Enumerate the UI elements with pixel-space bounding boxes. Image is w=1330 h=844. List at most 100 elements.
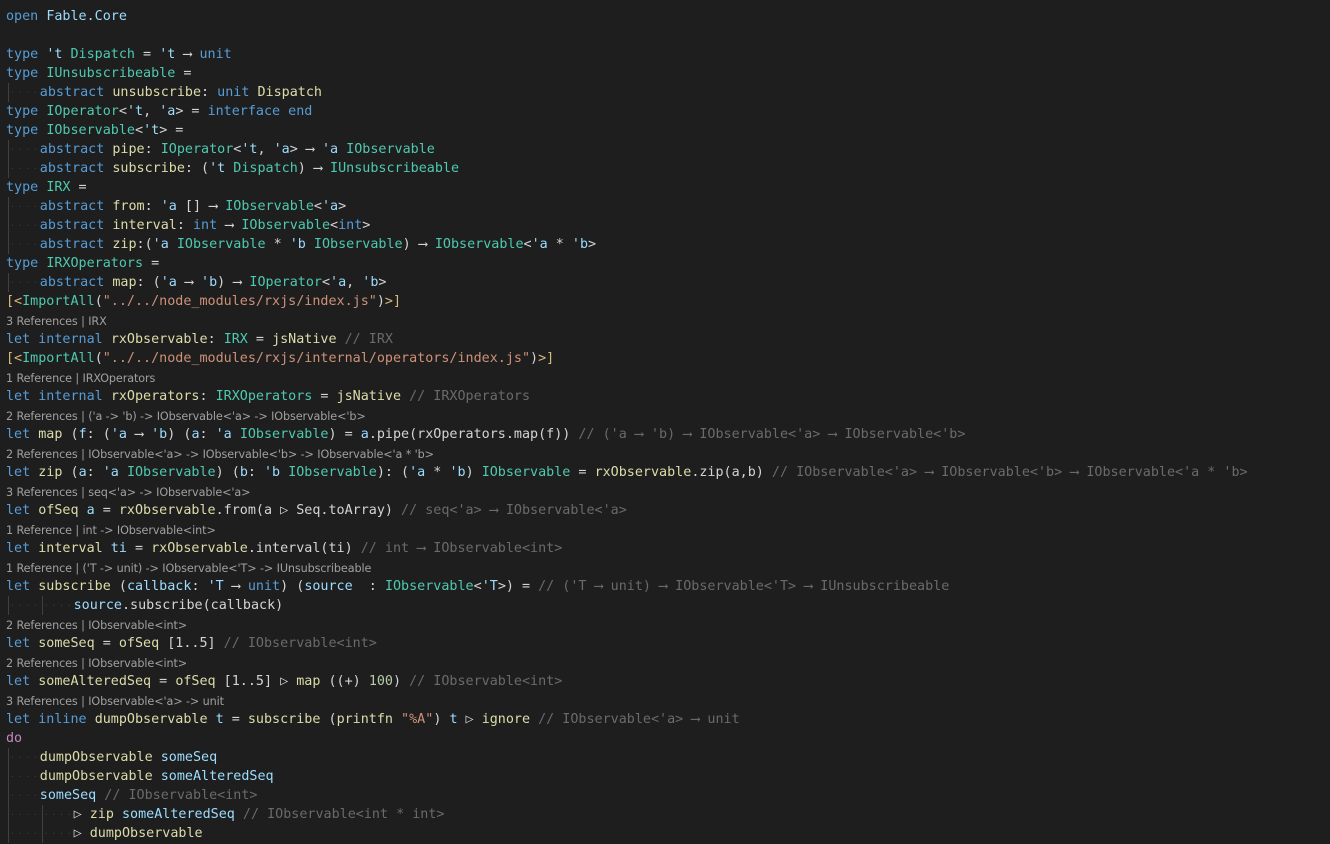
code-token: = [70, 180, 87, 195]
code-token: IUnsubscribeable [46, 66, 176, 81]
code-token: Fable.Core [46, 9, 127, 24]
code-token: IObservable [239, 427, 329, 442]
code-token: : ( [136, 275, 161, 290]
code-line[interactable]: do [0, 729, 1330, 748]
code-line[interactable]: let someSeq = ofSeq [1..5] // IObservabl… [0, 634, 1330, 653]
code-token: IObservable [313, 237, 403, 252]
code-token: abstract [39, 218, 113, 233]
code-token: // ('a ⟶ 'b) ⟶ IObservable<'a> ⟶ IObserv… [570, 427, 966, 442]
code-token: IRX [46, 180, 71, 195]
code-token: abstract [39, 237, 113, 252]
code-token: [< [6, 351, 23, 366]
codelens-references[interactable]: 1 Reference | IRXOperators [0, 368, 1330, 387]
code-line[interactable]: let subscribe (callback: 'T ⟶ unit) (sou… [0, 577, 1330, 596]
code-line[interactable]: abstract zip:('a IObservable * 'b IObser… [0, 235, 1330, 254]
code-line[interactable]: let inline dumpObservable t = subscribe … [0, 710, 1330, 729]
code-token: 'a [215, 427, 240, 442]
code-token: ) [393, 674, 402, 689]
code-token: [< [6, 294, 23, 309]
code-line[interactable]: let ofSeq a = rxObservable.from(a ▷ Seq.… [0, 501, 1330, 520]
code-token: ( [320, 712, 337, 727]
code-token: 't [46, 47, 71, 62]
codelens-references[interactable]: 3 References | IObservable<'a> -> unit [0, 691, 1330, 710]
code-token: a [78, 503, 95, 518]
code-line[interactable]: let someAlteredSeq = ofSeq [1..5] ▷ map … [0, 672, 1330, 691]
code-token: abstract [39, 161, 113, 176]
code-line[interactable]: type IObservable<'t> = [0, 121, 1330, 140]
code-line[interactable]: ▷ dumpObservable [0, 824, 1330, 843]
codelens-references[interactable]: 3 References | IRX [0, 311, 1330, 330]
codelens-references[interactable]: 3 References | seq<'a> -> IObservable<'a… [0, 482, 1330, 501]
code-token: IRXOperators [215, 389, 313, 404]
codelens-references[interactable]: 2 References | IObservable<int> [0, 615, 1330, 634]
code-line[interactable]: ▷ zip someAlteredSeq // IObservable<int … [0, 805, 1330, 824]
code-line[interactable] [0, 26, 1330, 45]
code-line[interactable]: someSeq // IObservable<int> [0, 786, 1330, 805]
code-token: unit [217, 85, 258, 100]
code-line[interactable]: let interval ti = rxObservable.interval(… [0, 539, 1330, 558]
code-token: = [312, 389, 337, 404]
code-token: type [6, 66, 47, 81]
code-token: // IObservable<int> [215, 636, 377, 651]
code-token: 'b [151, 427, 168, 442]
code-line[interactable]: type IRXOperators = [0, 254, 1330, 273]
codelens-references[interactable]: 2 References | IObservable<int> [0, 653, 1330, 672]
code-line[interactable]: [<ImportAll("../../node_modules/rxjs/ind… [0, 292, 1330, 311]
code-line[interactable]: let map (f: ('a ⟶ 'b) (a: 'a IObservable… [0, 425, 1330, 444]
indent-guide [6, 805, 40, 824]
code-token: 'b [571, 237, 589, 252]
code-line[interactable]: type IRX = [0, 178, 1330, 197]
code-token: map [296, 674, 321, 689]
code-token: ▷ [73, 807, 90, 822]
code-editor[interactable]: open Fable.Core type 't Dispatch = 't ⟶ u… [0, 0, 1330, 844]
code-token: > [378, 275, 387, 290]
codelens-references[interactable]: 1 Reference | int -> IObservable<int> [0, 520, 1330, 539]
code-token: // IObservable<'a> ⟶ unit [530, 712, 740, 727]
code-line[interactable]: type IOperator<'t, 'a> = interface end [0, 102, 1330, 121]
code-token: 'a [159, 104, 176, 119]
code-line[interactable]: type 't Dispatch = 't ⟶ unit [0, 45, 1330, 64]
code-token: .interval(ti) [247, 541, 353, 556]
code-token: 't [159, 47, 176, 62]
code-token: rxObservable [118, 503, 216, 518]
code-token: abstract [39, 275, 113, 290]
code-token: subscribe [112, 161, 185, 176]
code-token: : [352, 579, 385, 594]
code-line[interactable]: abstract pipe: IOperator<'t, 'a> ⟶ 'a IO… [0, 140, 1330, 159]
indent-guide [6, 83, 40, 102]
indent-guide [40, 805, 74, 824]
code-token: IObservable [288, 465, 377, 480]
code-token: : [191, 579, 208, 594]
code-line[interactable]: source.subscribe(callback) [0, 596, 1330, 615]
code-token: 100 [368, 674, 393, 689]
code-line[interactable]: abstract from: 'a [] ⟶ IObservable<'a> [0, 197, 1330, 216]
codelens-references[interactable]: 2 References | ('a -> 'b) -> IObservable… [0, 406, 1330, 425]
code-line[interactable]: let internal rxObservable: IRX = jsNativ… [0, 330, 1330, 349]
codelens-references[interactable]: 1 Reference | ('T -> unit) -> IObservabl… [0, 558, 1330, 577]
code-line[interactable]: abstract interval: int ⟶ IObservable<int… [0, 216, 1330, 235]
code-line[interactable]: dumpObservable someAlteredSeq [0, 767, 1330, 786]
code-line[interactable]: [<ImportAll("../../node_modules/rxjs/int… [0, 349, 1330, 368]
code-line[interactable]: let internal rxOperators: IRXOperators =… [0, 387, 1330, 406]
code-line[interactable]: abstract subscribe: ('t Dispatch) ⟶ IUns… [0, 159, 1330, 178]
code-token: // IObservable<'a> ⟶ IObservable<'b> ⟶ I… [763, 465, 1248, 480]
code-token: < [523, 237, 532, 252]
code-token: 'a [321, 199, 339, 214]
code-token: : [247, 465, 264, 480]
code-line[interactable]: abstract unsubscribe: unit Dispatch [0, 83, 1330, 102]
code-token: interval [112, 218, 177, 233]
code-token: , [143, 104, 160, 119]
code-token: .zip(a,b) [691, 465, 764, 480]
code-token: IObservable [225, 199, 314, 214]
code-line[interactable]: abstract map: ('a ⟶ 'b) ⟶ IOperator<'a, … [0, 273, 1330, 292]
code-token: IOperator [249, 275, 322, 290]
codelens-references[interactable]: 2 References | IObservable<'a> -> IObser… [0, 444, 1330, 463]
code-token: IObservable [434, 237, 524, 252]
code-line[interactable]: open Fable.Core [0, 7, 1330, 26]
code-token: "%A" [393, 712, 434, 727]
code-line[interactable]: dumpObservable someSeq [0, 748, 1330, 767]
code-line[interactable]: type IUnsubscribeable = [0, 64, 1330, 83]
code-token: = [570, 465, 595, 480]
code-token: open [6, 9, 47, 24]
code-line[interactable]: let zip (a: 'a IObservable) (b: 'b IObse… [0, 463, 1330, 482]
